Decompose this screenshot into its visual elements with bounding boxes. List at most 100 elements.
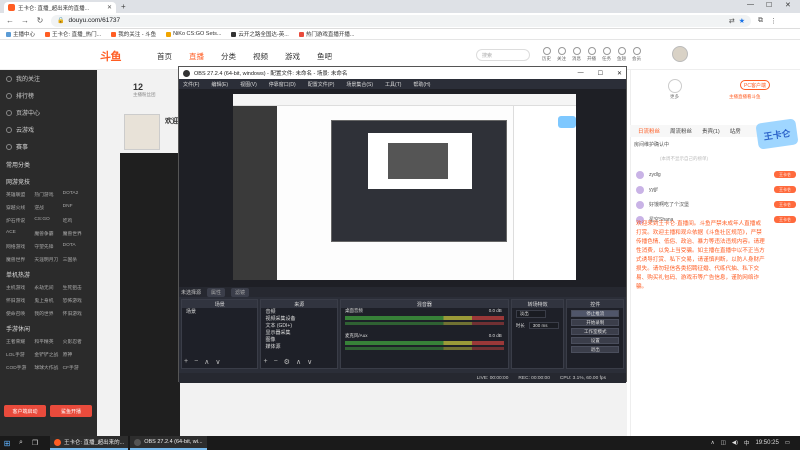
extension-icon[interactable]: ⧉ [758, 17, 763, 25]
category-link[interactable]: 生死狙击 [63, 284, 91, 291]
category-link[interactable]: 魔兽争霸 [34, 230, 62, 237]
tab-week-fans[interactable]: 周流粉丝 [670, 127, 692, 135]
bookmark-item[interactable]: 主播中心 [6, 30, 35, 38]
source-item[interactable]: 图像 [261, 336, 336, 343]
category-link[interactable]: 原神 [63, 351, 91, 358]
notification-icon[interactable]: ▭ [785, 440, 790, 446]
volume-slider[interactable] [344, 322, 504, 325]
sidebar-item-rank[interactable]: 排行榜 [0, 87, 97, 104]
sidebar-item-match[interactable]: 赛事 [0, 138, 97, 155]
sidebar-item-cloudgame[interactable]: 云游戏 [0, 121, 97, 138]
forward-icon[interactable]: → [21, 16, 29, 25]
category-link[interactable]: 怀旧游戏 [63, 310, 91, 317]
remove-icon[interactable]: − [274, 358, 278, 366]
bookmark-item[interactable]: 热门游戏直播开播... [298, 30, 354, 38]
menu-edit[interactable]: 编辑(E) [211, 81, 228, 88]
clock[interactable]: 19:50:25 [755, 440, 778, 446]
bookmark-item[interactable]: 我的关注 - 斗鱼 [111, 30, 156, 38]
scene-item[interactable]: 场景 [182, 308, 257, 315]
source-item[interactable]: 媒体源 [261, 343, 336, 350]
taskbar-item-obs[interactable]: OBS 27.2.4 (64-bit, wi... [130, 436, 207, 450]
category-link[interactable]: 我的世界 [34, 310, 62, 317]
category-link[interactable]: 金铲铲之战 [34, 351, 62, 358]
pc-client-button[interactable]: PC客户端 [740, 80, 770, 90]
network-icon[interactable]: ◫ [721, 440, 726, 446]
user-avatar[interactable] [672, 46, 688, 62]
nav-live[interactable]: 直播 [189, 51, 204, 62]
category-link[interactable]: 网络游戏 [6, 243, 34, 250]
client-button[interactable]: 客户端启动 [4, 405, 46, 417]
menu-file[interactable]: 文件(F) [183, 81, 199, 88]
volume-icon[interactable]: ◀) [732, 440, 738, 446]
windows-start-icon[interactable]: ⊞ [0, 436, 14, 450]
category-link[interactable]: DOTA [63, 243, 91, 250]
menu-view[interactable]: 视图(V) [240, 81, 257, 88]
tab-vip[interactable]: 贵宾(1) [702, 127, 720, 135]
category-link[interactable]: ACE [6, 230, 34, 237]
category-link[interactable]: 主机游戏 [6, 284, 34, 291]
category-link[interactable]: 热门游戏 [34, 191, 62, 198]
source-item[interactable]: 显示器采集 [261, 329, 336, 336]
menu-help[interactable]: 帮助(H) [413, 81, 430, 88]
bookmark-item[interactable]: NiKo CS:GO Sets... [166, 31, 221, 37]
source-item[interactable]: 视频采集设备 [261, 315, 336, 322]
category-link[interactable]: 永劫无间 [34, 284, 62, 291]
taskbar-item-browser[interactable]: 王卡仑: 直播_超出来的... [50, 436, 129, 450]
source-item[interactable]: 音频 [261, 308, 336, 315]
bookmark-star-icon[interactable]: ★ [739, 17, 745, 25]
menu-scene-collection[interactable]: 场景集合(S) [346, 81, 373, 88]
fin-button[interactable]: 鱼翅 [617, 47, 626, 62]
search-icon[interactable]: ⌕ [14, 436, 28, 450]
duration-input[interactable]: 300 ms [528, 322, 559, 329]
category-link[interactable]: 吃鸡 [63, 217, 91, 224]
menu-tools[interactable]: 工具(T) [385, 81, 401, 88]
volume-slider[interactable] [344, 347, 504, 350]
nav-home[interactable]: 首页 [157, 51, 172, 62]
category-link[interactable]: 王者荣耀 [6, 338, 34, 345]
new-tab-icon[interactable]: + [121, 2, 126, 11]
more-link[interactable]: 更多 [670, 94, 679, 100]
ime-indicator[interactable]: 中 [744, 439, 750, 447]
list-item[interactable]: yyjjf 王卡仑 [636, 182, 796, 197]
tab-station[interactable]: 站房 [730, 127, 741, 135]
studio-mode-button[interactable]: 工作室模式 [571, 328, 620, 335]
broadcast-button[interactable]: 开播 [587, 47, 596, 62]
category-link[interactable]: 魔兽世界 [6, 256, 34, 263]
task-button[interactable]: 任务 [602, 47, 611, 62]
nav-yuba[interactable]: 鱼吧 [317, 51, 332, 62]
category-link[interactable]: 恐怖游戏 [63, 297, 91, 304]
source-item[interactable]: 文本 (GDI+) [261, 322, 336, 329]
start-recording-button[interactable]: 开始录制 [571, 319, 620, 326]
category-link[interactable]: COD手游 [6, 364, 34, 371]
omnibox[interactable]: 🔒 douyu.com/61737 ⇄ ★ [51, 14, 751, 27]
add-icon[interactable]: + [263, 358, 267, 366]
category-link[interactable]: CF手游 [63, 364, 91, 371]
translate-icon[interactable]: ⇄ [729, 17, 735, 25]
url-text[interactable]: douyu.com/61737 [68, 17, 724, 24]
add-icon[interactable]: + [184, 358, 188, 366]
settings-button[interactable]: 设置 [571, 337, 620, 344]
close-icon[interactable]: ✕ [617, 70, 622, 77]
gear-icon[interactable]: ⚙ [284, 358, 290, 366]
menu-profile[interactable]: 配置文件(P) [308, 81, 335, 88]
nav-video[interactable]: 视频 [253, 51, 268, 62]
category-link[interactable]: LOL手游 [6, 351, 34, 358]
exit-button[interactable]: 退出 [571, 346, 620, 353]
tab-day-fans[interactable]: 日流粉丝 [638, 127, 660, 135]
menu-icon[interactable]: ⋮ [770, 17, 777, 25]
maximize-icon[interactable]: ☐ [766, 1, 772, 9]
close-icon[interactable]: ✕ [107, 4, 112, 11]
category-link[interactable]: 守望先锋 [34, 243, 62, 250]
bookmark-item[interactable]: 云开之路全国达-英... [231, 30, 289, 38]
category-link[interactable]: 使命召唤 [6, 310, 34, 317]
tray-arrow-icon[interactable]: ∧ [711, 440, 715, 446]
back-icon[interactable]: ← [6, 16, 14, 25]
video-player[interactable] [120, 153, 180, 436]
list-item[interactable]: 好饿啊吃了个汉堡 王卡仑 [636, 197, 796, 212]
up-icon[interactable]: ∧ [204, 358, 209, 366]
filters-button[interactable]: 滤镜 [231, 287, 250, 297]
category-link[interactable]: CS:GO [34, 217, 62, 224]
maximize-icon[interactable]: ☐ [598, 70, 603, 77]
category-link[interactable]: 天涯明月刀 [34, 256, 62, 263]
reload-icon[interactable]: ↻ [36, 16, 44, 25]
